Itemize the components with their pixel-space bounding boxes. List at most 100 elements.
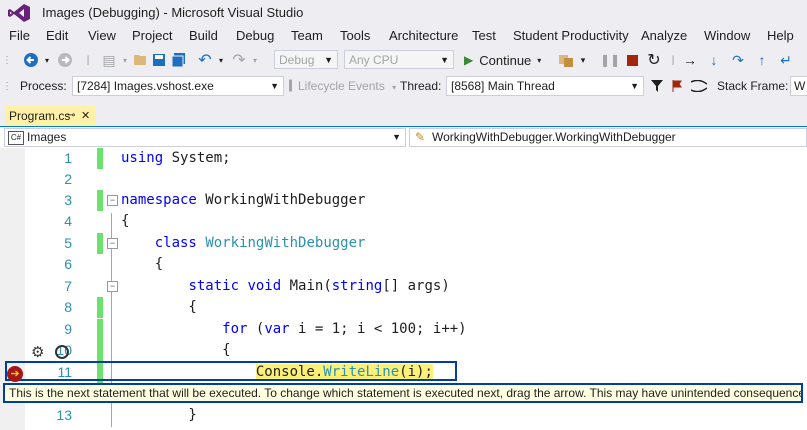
break-all-icon[interactable]: ❚❚ bbox=[600, 51, 620, 69]
menu-edit[interactable]: Edit bbox=[46, 28, 68, 43]
stop-debugging-icon[interactable] bbox=[624, 51, 640, 69]
code-text: { bbox=[121, 342, 231, 358]
document-tab-strip: Program.cs ⊸ ✕ bbox=[0, 104, 807, 128]
code-line[interactable]: 7 − static void Main(string[] args) bbox=[0, 276, 807, 297]
code-line[interactable]: 13 } bbox=[0, 405, 807, 426]
line-number: 1 bbox=[64, 150, 72, 166]
toolbar-options-icon[interactable]: ▾ bbox=[578, 51, 588, 69]
hex-display-icon[interactable]: ↵ bbox=[778, 51, 794, 69]
process-select[interactable]: [7284] Images.vshost.exe ▼ bbox=[72, 76, 284, 96]
menu-test[interactable]: Test bbox=[472, 28, 496, 43]
collapse-icon[interactable]: − bbox=[107, 238, 118, 249]
collapse-icon[interactable]: − bbox=[107, 281, 118, 292]
solution-configuration-select[interactable]: Debug ▼ bbox=[274, 50, 338, 69]
undo-icon[interactable]: ↶ bbox=[196, 51, 214, 69]
step-into-icon[interactable]: ↓ bbox=[706, 51, 722, 69]
gear-icon[interactable]: ⚙ bbox=[31, 343, 44, 361]
menu-build[interactable]: Build bbox=[189, 28, 218, 43]
flag-icon[interactable] bbox=[670, 77, 684, 95]
stack-frame-value: W bbox=[794, 79, 806, 93]
save-icon[interactable] bbox=[150, 51, 168, 69]
toolbar-separator: | bbox=[86, 54, 90, 66]
code-line[interactable]: 8 { bbox=[0, 297, 807, 318]
new-project-dropdown-icon[interactable]: ▾ bbox=[120, 51, 130, 69]
save-all-icon[interactable] bbox=[170, 51, 188, 69]
filter-icon[interactable] bbox=[650, 77, 664, 95]
process-value: [7284] Images.vshost.exe bbox=[77, 79, 214, 93]
menu-tools[interactable]: Tools bbox=[340, 28, 370, 43]
toolbar-grip-icon: ⋮ bbox=[2, 80, 12, 92]
menu-file[interactable]: File bbox=[9, 28, 30, 43]
navigate-forward-icon[interactable] bbox=[56, 51, 74, 69]
line-number: 3 bbox=[64, 192, 72, 208]
thread-value: [8568] Main Thread bbox=[451, 79, 555, 93]
code-text: { bbox=[121, 256, 164, 272]
pin-icon[interactable]: ⊸ bbox=[67, 106, 75, 126]
lifecycle-events-button[interactable]: Lifecycle Events ▾ bbox=[298, 79, 396, 93]
type-select[interactable]: ✎ WorkingWithDebugger.WorkingWithDebugge… bbox=[409, 128, 807, 147]
new-project-icon[interactable]: ▤ bbox=[100, 51, 118, 69]
menu-student-productivity[interactable]: Student Productivity bbox=[513, 28, 629, 43]
line-number: 2 bbox=[64, 171, 72, 187]
type-value: WorkingWithDebugger.WorkingWithDebugger bbox=[432, 130, 676, 144]
menu-help[interactable]: Help bbox=[767, 28, 794, 43]
project-select[interactable]: C# Images ▼ bbox=[4, 128, 406, 147]
tab-label: Program.cs bbox=[9, 109, 71, 123]
code-text: namespace WorkingWithDebugger bbox=[121, 192, 366, 208]
menu-debug[interactable]: Debug bbox=[236, 28, 274, 43]
continue-label: Continue bbox=[479, 52, 532, 68]
collapse-icon[interactable]: − bbox=[107, 195, 118, 206]
menu-team[interactable]: Team bbox=[291, 28, 323, 43]
code-line[interactable]: 6 { bbox=[0, 254, 807, 275]
undo-dropdown-icon[interactable]: ▾ bbox=[216, 51, 226, 69]
navigate-back-icon[interactable] bbox=[22, 51, 40, 69]
show-next-statement-icon[interactable]: → bbox=[682, 51, 698, 69]
code-line[interactable]: 10 { bbox=[0, 340, 807, 361]
redo-icon[interactable]: ↷ bbox=[230, 51, 248, 69]
menu-architecture[interactable]: Architecture bbox=[389, 28, 458, 43]
menu-window[interactable]: Window bbox=[704, 28, 750, 43]
chevron-down-icon: ▼ bbox=[392, 132, 401, 142]
attach-process-icon[interactable] bbox=[556, 51, 576, 69]
threads-icon[interactable] bbox=[690, 77, 708, 95]
toolbar-separator: | bbox=[671, 54, 675, 66]
process-label: Process: bbox=[20, 79, 67, 93]
solution-configuration-value: Debug bbox=[279, 53, 315, 67]
step-out-icon[interactable]: ↑ bbox=[754, 51, 770, 69]
next-statement-arrow-icon[interactable]: ➔ bbox=[7, 366, 23, 382]
code-line[interactable]: 3 − namespace WorkingWithDebugger bbox=[0, 190, 807, 211]
back-dropdown-icon[interactable]: ▾ bbox=[42, 51, 52, 69]
menu-project[interactable]: Project bbox=[132, 28, 172, 43]
debug-location-toolbar: ⋮ Process: [7284] Images.vshost.exe ▼ ▍ … bbox=[0, 73, 807, 99]
code-text: } bbox=[121, 407, 197, 423]
menu-view[interactable]: View bbox=[88, 28, 116, 43]
tab-program-cs[interactable]: Program.cs ⊸ ✕ bbox=[5, 106, 95, 126]
close-icon[interactable]: ✕ bbox=[81, 106, 90, 126]
thread-select[interactable]: [8568] Main Thread ▼ bbox=[446, 76, 644, 96]
code-text: { bbox=[121, 213, 130, 229]
code-line[interactable]: 1 using System; bbox=[0, 148, 807, 169]
play-icon: ▶ bbox=[464, 53, 474, 67]
menu-analyze[interactable]: Analyze bbox=[641, 28, 687, 43]
continue-button[interactable]: ▶ Continue ▾ bbox=[464, 51, 550, 69]
code-text: static void Main(string[] args) bbox=[188, 278, 450, 294]
code-text: { bbox=[121, 299, 197, 315]
code-line[interactable]: 2 bbox=[0, 169, 807, 190]
change-marker bbox=[97, 233, 103, 254]
code-line[interactable]: 9 for (var i = 1; i < 100; i++) bbox=[0, 319, 807, 340]
change-marker bbox=[97, 148, 103, 169]
redo-dropdown-icon[interactable]: ▾ bbox=[250, 51, 260, 69]
open-file-icon[interactable] bbox=[132, 51, 150, 69]
chevron-down-icon: ▼ bbox=[630, 81, 639, 91]
thread-label: Thread: bbox=[400, 79, 442, 93]
run-to-click-icon[interactable] bbox=[55, 345, 69, 359]
restart-icon[interactable]: ↻ bbox=[646, 51, 662, 69]
next-statement-tooltip: This is the next statement that will be … bbox=[3, 383, 803, 403]
stack-frame-select[interactable]: W bbox=[790, 76, 807, 96]
solution-platform-value: Any CPU bbox=[349, 53, 399, 67]
chevron-down-icon: ▼ bbox=[270, 81, 279, 91]
step-over-icon[interactable]: ↷ bbox=[730, 51, 746, 69]
code-line[interactable]: 5 − class WorkingWithDebugger bbox=[0, 233, 807, 254]
solution-platform-select[interactable]: Any CPU ▼ bbox=[344, 50, 454, 69]
code-line[interactable]: 4 { bbox=[0, 211, 807, 232]
